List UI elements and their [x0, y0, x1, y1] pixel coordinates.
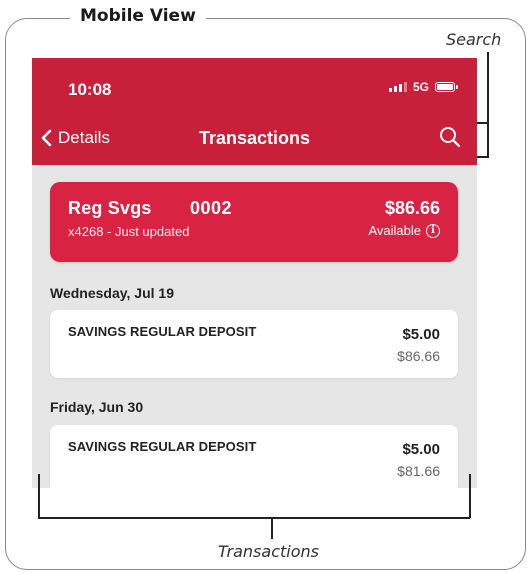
- transaction-amount: $5.00: [402, 441, 440, 458]
- available-label: Available: [368, 223, 421, 238]
- status-indicators: 5G: [388, 80, 458, 94]
- signal-icon: [388, 82, 407, 92]
- transaction-row[interactable]: SAVINGS REGULAR DEPOSIT $5.00 $81.66: [50, 425, 458, 488]
- transactions-annotation-label: Transactions: [218, 542, 319, 561]
- transactions-bracket-right: [469, 474, 471, 518]
- date-header: Wednesday, Jul 19: [50, 285, 174, 301]
- account-summary-card[interactable]: Reg Svgs 0002 x4268 - Just updated $86.6…: [50, 182, 458, 262]
- search-annotation-label: Search: [446, 30, 502, 49]
- transactions-bracket-left: [38, 474, 40, 518]
- phone-screen: 10:08 5G Details Transactions Reg Svgs 0…: [32, 58, 477, 488]
- battery-icon: [435, 82, 458, 92]
- transactions-annotation-leader: [271, 517, 273, 539]
- account-name: Reg Svgs: [68, 198, 152, 218]
- status-time: 10:08: [68, 80, 112, 99]
- transaction-description: SAVINGS REGULAR DEPOSIT: [68, 324, 257, 339]
- search-button[interactable]: [439, 126, 461, 148]
- network-label: 5G: [412, 80, 429, 94]
- transactions-bracket-bottom: [38, 517, 470, 519]
- transaction-amount: $5.00: [402, 326, 440, 343]
- available-balance-row: Available i: [368, 223, 440, 238]
- account-balance: $86.66: [384, 198, 440, 218]
- account-subtitle: x4268 - Just updated: [68, 224, 190, 239]
- app-header: 10:08 5G Details Transactions: [32, 58, 477, 165]
- transaction-description: SAVINGS REGULAR DEPOSIT: [68, 439, 257, 454]
- search-icon: [440, 127, 461, 148]
- transaction-running-balance: $86.66: [397, 348, 440, 364]
- date-header: Friday, Jun 30: [50, 399, 144, 415]
- page-title: Transactions: [198, 128, 311, 148]
- account-number: 0002: [190, 198, 233, 218]
- search-bracket-bottom: [477, 156, 489, 158]
- transaction-running-balance: $81.66: [397, 463, 440, 479]
- transaction-row[interactable]: SAVINGS REGULAR DEPOSIT $5.00 $86.66: [50, 310, 458, 378]
- frame-title: Mobile View: [70, 6, 206, 26]
- info-icon[interactable]: i: [426, 223, 440, 238]
- search-bracket-side: [487, 122, 489, 157]
